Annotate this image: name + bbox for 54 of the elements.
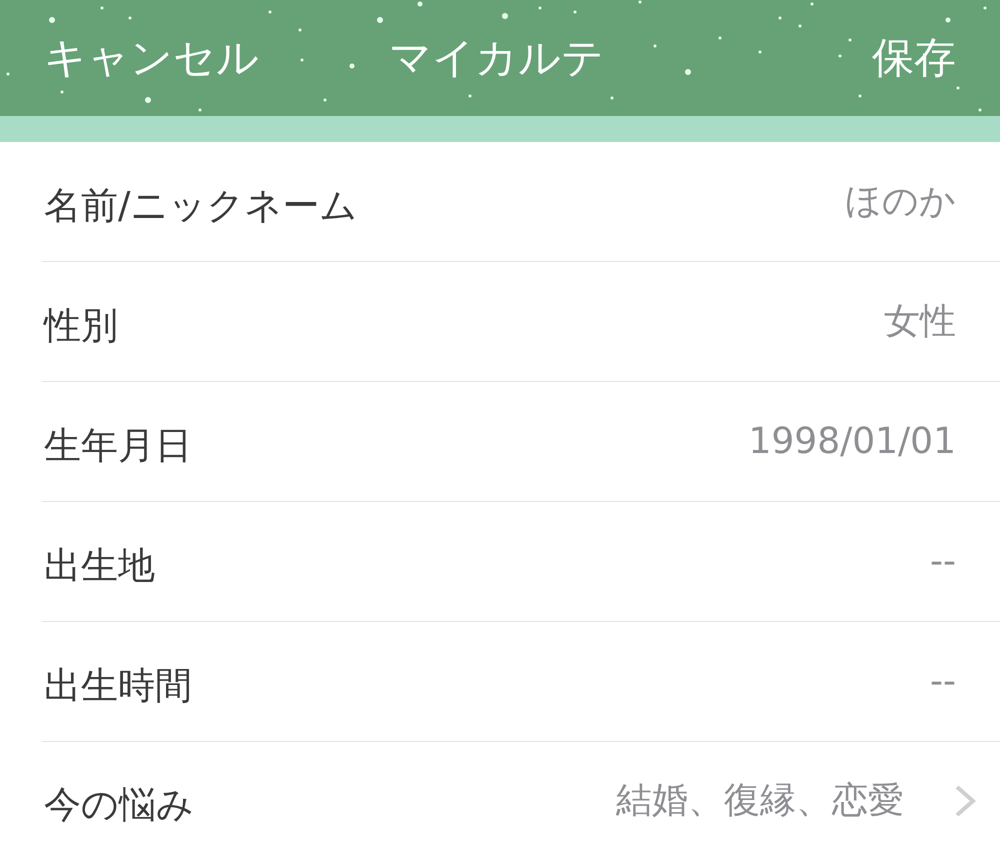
- field-label: 出生地: [44, 542, 155, 588]
- star-dot-icon: [946, 18, 950, 22]
- star-dot-icon: [718, 36, 722, 40]
- star-dot-icon: [610, 96, 614, 100]
- field-label: 今の悩み: [44, 782, 194, 828]
- star-dot-icon: [984, 6, 986, 10]
- star-dot-icon: [418, 2, 422, 6]
- star-dot-icon: [468, 94, 472, 98]
- star-dot-icon: [49, 17, 55, 23]
- settings-row[interactable]: 生年月日 1998/01/01: [42, 382, 1000, 502]
- star-dot-icon: [324, 98, 326, 102]
- star-dot-icon: [978, 108, 982, 112]
- field-value: 女性: [884, 300, 956, 344]
- star-dot-icon: [300, 58, 304, 62]
- star-dot-icon: [350, 64, 354, 68]
- star-dot-icon: [145, 97, 151, 103]
- field-label: 生年月日: [44, 422, 192, 468]
- field-value: --: [930, 661, 956, 702]
- field-value: --: [930, 541, 956, 582]
- star-dot-icon: [502, 13, 508, 19]
- chevron-right-icon: [954, 784, 976, 818]
- star-dot-icon: [60, 90, 64, 94]
- star-dot-icon: [838, 54, 842, 58]
- star-dot-icon: [778, 16, 782, 20]
- settings-row[interactable]: 名前/ニックネーム ほのか: [42, 142, 1000, 262]
- star-dot-icon: [858, 94, 862, 98]
- star-dot-icon: [638, 0, 642, 4]
- star-dot-icon: [298, 28, 302, 32]
- field-value: ほのか: [845, 180, 956, 224]
- settings-row[interactable]: 出生地 --: [42, 502, 1000, 622]
- star-dot-icon: [848, 38, 852, 42]
- settings-row[interactable]: 今の悩み 結婚、復縁、恋愛: [42, 742, 1000, 859]
- star-dot-icon: [6, 72, 10, 76]
- star-dot-icon: [377, 17, 383, 23]
- screen-title: マイカルテ: [389, 32, 604, 84]
- field-label: 名前/ニックネーム: [44, 182, 358, 228]
- star-dot-icon: [654, 44, 656, 48]
- settings-row[interactable]: 出生時間 --: [42, 622, 1000, 742]
- star-dot-icon: [956, 86, 960, 90]
- star-dot-icon: [198, 108, 202, 112]
- field-label: 性別: [44, 302, 118, 348]
- star-dot-icon: [268, 10, 272, 14]
- star-dot-icon: [128, 16, 132, 20]
- field-label: 出生時間: [44, 662, 192, 708]
- star-dot-icon: [574, 10, 576, 14]
- star-dot-icon: [685, 69, 691, 75]
- field-value: 1998/01/01: [748, 421, 956, 462]
- star-dot-icon: [798, 24, 802, 28]
- star-dot-icon: [100, 6, 104, 10]
- settings-row[interactable]: 性別 女性: [42, 262, 1000, 382]
- field-value: 結婚、復縁、恋愛: [616, 779, 904, 823]
- star-dot-icon: [538, 6, 542, 10]
- star-dot-icon: [810, 2, 814, 6]
- star-dot-icon: [758, 50, 762, 54]
